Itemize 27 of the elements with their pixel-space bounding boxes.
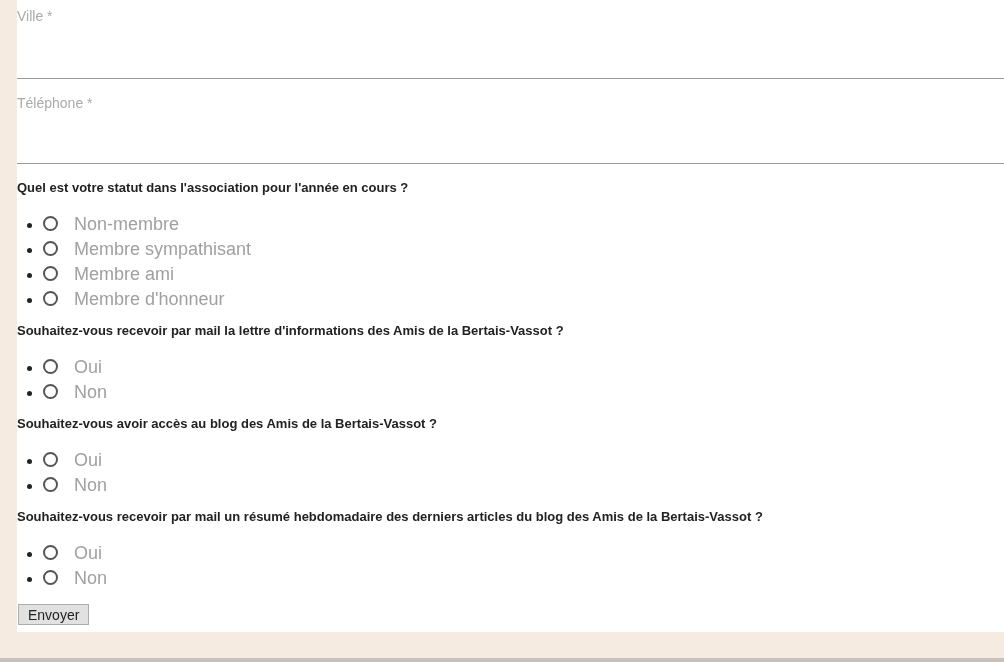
radio-button[interactable] — [43, 216, 58, 231]
radio-button[interactable] — [43, 291, 58, 306]
text-field[interactable]: Téléphone * — [17, 79, 1004, 164]
option-label: Non — [74, 567, 108, 588]
radio-button[interactable] — [43, 359, 58, 374]
option-label: Membre ami — [74, 263, 175, 284]
option-label: Non — [74, 381, 108, 402]
question-text: Souhaitez-vous recevoir par mail un résumé hebdomadaire des derniers articles du blog des Amis de la Bertais-Vassot ? — [17, 509, 764, 525]
question-text: Souhaitez-vous recevoir par mail la lettre d'informations des Amis de la Bertais-Vassot ? — [17, 323, 565, 339]
text-field[interactable]: Ville * — [17, 0, 1004, 79]
option-label: Membre d'honneur — [74, 288, 225, 309]
option-label: Non-membre — [74, 213, 180, 234]
radio-button[interactable] — [43, 570, 58, 585]
question-text: Quel est votre statut dans l'association pour l'année en cours ? — [17, 180, 410, 196]
radio-button[interactable] — [43, 266, 58, 281]
radio-button[interactable] — [43, 545, 58, 560]
option-label: Membre sympathisant — [74, 238, 252, 259]
radio-button[interactable] — [43, 241, 58, 256]
radio-button[interactable] — [43, 384, 58, 399]
option-label: Non — [74, 474, 108, 495]
question-text: Souhaitez-vous avoir accès au blog des Amis de la Bertais-Vassot ? — [17, 416, 438, 432]
option-label: Oui — [74, 356, 102, 377]
option-label: Oui — [74, 542, 102, 563]
submit-button[interactable]: Envoyer — [18, 604, 90, 625]
radio-button[interactable] — [43, 452, 58, 467]
option-label: Oui — [74, 449, 102, 470]
radio-button[interactable] — [43, 477, 58, 492]
